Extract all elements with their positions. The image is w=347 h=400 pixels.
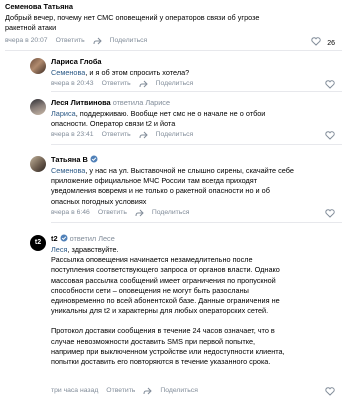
like-control[interactable] [325,387,335,399]
like-control[interactable] [325,209,335,221]
addressee-link[interactable]: Семенова [51,166,85,175]
comment-text: Леся, здравствуйте. Рассылка оповещения … [51,245,285,367]
comment-time[interactable]: вчера в 20:43 [51,80,94,89]
comment-meta: вчера в 20:07 Ответить Поделиться [5,37,147,47]
comment-meta: три часа назад Ответить Поделиться [51,387,198,397]
like-control[interactable]: 26 [311,37,335,49]
answered-to-link[interactable]: Ларисе [145,98,170,107]
addressee-link[interactable]: Лариса [51,109,76,118]
reply-button[interactable]: Ответить [106,387,135,396]
comment-meta: вчера в 6:46 Ответить Поделиться [51,209,189,219]
addressee-link[interactable]: Семенова [51,68,85,77]
comment-header: Татьяна В [51,155,98,166]
answered-label: ответил [69,234,97,244]
divider [51,144,342,145]
avatar[interactable] [30,58,46,74]
reply-button[interactable]: Ответить [98,209,127,218]
share-button[interactable]: Поделиться [156,80,194,89]
heart-icon[interactable] [325,387,335,399]
comment-text: Лариса, поддерживаю. Вообще нет смс не о… [51,109,266,129]
heart-icon[interactable] [325,131,335,143]
share-button[interactable]: Поделиться [156,131,194,140]
answered-to-link[interactable]: Лесе [98,234,115,243]
addressee-link[interactable]: Леся [51,245,67,254]
avatar[interactable] [30,156,46,172]
like-control[interactable] [325,131,335,143]
comment-author[interactable]: Семенова Татьяна [5,2,73,12]
comment-text: Добрый вечер, почему нет СМС оповещений … [5,13,260,33]
comment-header: t2 ответил Лесе [51,234,115,245]
share-icon[interactable] [139,131,148,141]
comment-meta: вчера в 20:43 Ответить Поделиться [51,80,193,90]
comment-author[interactable]: Леся Литвинова [51,98,111,107]
divider [5,50,342,51]
share-icon[interactable] [139,80,148,90]
share-icon[interactable] [93,37,102,47]
heart-icon[interactable] [311,37,321,49]
avatar[interactable]: t2 [30,235,46,251]
comment-time[interactable]: вчера в 20:07 [5,37,48,46]
verified-icon [90,155,98,166]
comment-header: Леся Литвинова ответила Ларисе [51,98,170,108]
reply-button[interactable]: Ответить [102,80,131,89]
like-count: 26 [327,39,335,47]
verified-icon [60,234,68,245]
divider [51,222,342,223]
share-button[interactable]: Поделиться [110,37,148,46]
share-button[interactable]: Поделиться [152,209,190,218]
heart-icon[interactable] [325,209,335,221]
share-button[interactable]: Поделиться [160,387,198,396]
answered-label: ответила [112,98,144,107]
share-icon[interactable] [143,387,153,397]
comment-author[interactable]: Лариса Глоба [51,57,102,67]
comment-time[interactable]: вчера в 6:46 [51,209,90,218]
comment-time[interactable]: вчера в 23:41 [51,131,94,140]
comment-text: Семенова, и я об этом спросить хотела? [51,68,190,77]
divider [51,91,342,92]
comment-meta: вчера в 23:41 Ответить Поделиться [51,131,193,141]
comment-text: Семенова, у нас на ул. Выставочной не сл… [51,166,294,206]
comment-author[interactable]: Татьяна В [51,155,88,164]
avatar[interactable] [30,99,46,115]
share-icon[interactable] [135,209,144,219]
comment-time[interactable]: три часа назад [51,387,98,396]
reply-button[interactable]: Ответить [102,131,131,140]
comment-author[interactable]: t2 [51,234,58,243]
reply-button[interactable]: Ответить [56,37,85,46]
